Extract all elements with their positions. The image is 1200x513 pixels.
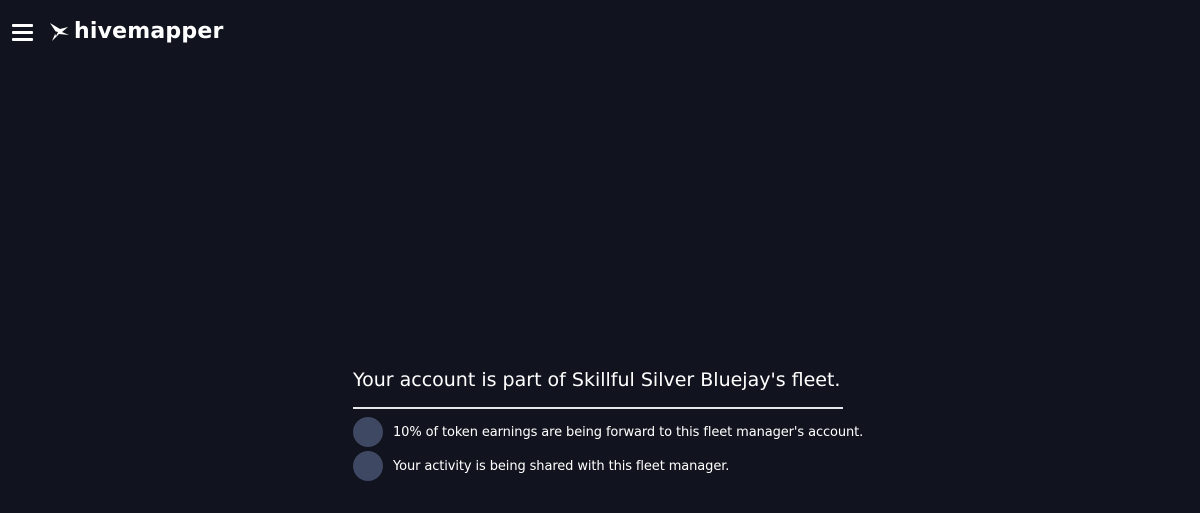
hamburger-menu-icon[interactable] [12,22,34,42]
hivemapper-logo[interactable]: hivemapper [48,16,224,48]
top-bar: hivemapper [0,0,1200,64]
info-text: 10% of token earnings are being forward … [393,424,864,440]
fleet-info-list: 10% of token earnings are being forward … [353,417,863,481]
circle-icon [353,417,383,447]
page: hivemapper Your account is part of Skill… [0,0,1200,513]
circle-icon [353,451,383,481]
hivemapper-bee-icon [50,23,69,41]
logo-text: hivemapper [74,19,224,44]
fleet-panel: Your account is part of Skillful Silver … [353,365,863,485]
list-item: Your activity is being shared with this … [353,451,843,481]
list-item: 10% of token earnings are being forward … [353,417,863,447]
fleet-title: Your account is part of Skillful Silver … [353,365,843,409]
info-text: Your activity is being shared with this … [393,458,730,474]
